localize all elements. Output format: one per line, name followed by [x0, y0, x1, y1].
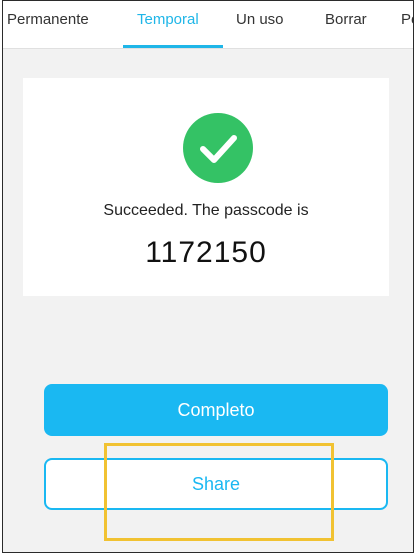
success-message: Succeeded. The passcode is: [103, 202, 309, 219]
check-circle-icon: [183, 113, 253, 183]
passcode-type-tabbar: Permanente Temporal Un uso Borrar Pe: [3, 1, 413, 49]
tab-overflow[interactable]: Pe: [401, 11, 413, 28]
complete-button[interactable]: Completo: [44, 384, 388, 436]
result-card: Succeeded. The passcode is 1172150: [23, 78, 389, 296]
tab-permanente[interactable]: Permanente: [7, 11, 89, 28]
tab-un-uso[interactable]: Un uso: [236, 11, 284, 28]
tab-temporal[interactable]: Temporal: [137, 11, 199, 28]
share-button[interactable]: Share: [44, 458, 388, 510]
passcode-value: 1172150: [145, 236, 267, 269]
app-screen: Permanente Temporal Un uso Borrar Pe Suc…: [2, 0, 414, 553]
active-tab-indicator: [123, 45, 223, 48]
tab-borrar[interactable]: Borrar: [325, 11, 367, 28]
